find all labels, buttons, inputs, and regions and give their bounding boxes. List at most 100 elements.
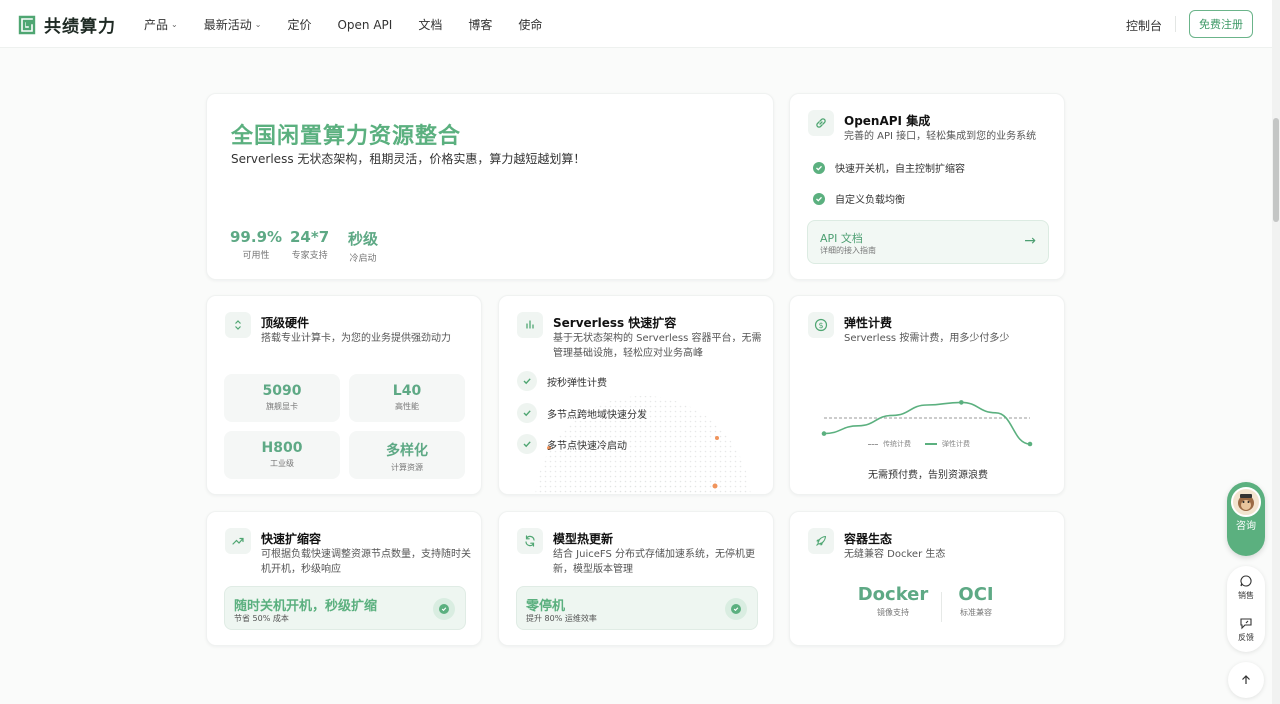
hardware-card: 顶级硬件 搭载专业计算卡，为您的业务提供强劲动力 5090 旗舰显卡 L40 高… bbox=[206, 295, 482, 495]
stat-value: 秒级 bbox=[348, 230, 379, 248]
elastic-data-point bbox=[821, 431, 827, 436]
hotupdate-title: 模型热更新 bbox=[553, 532, 614, 546]
hardware-tile: L40 高性能 bbox=[349, 374, 465, 422]
check-icon bbox=[517, 403, 537, 423]
nav-pricing-label: 定价 bbox=[287, 18, 312, 32]
sort-arrows-icon bbox=[225, 312, 251, 338]
hardware-title: 顶级硬件 bbox=[261, 316, 310, 330]
api-docs-title: API 文档 bbox=[820, 232, 863, 245]
openapi-feature: 自定义负载均衡 bbox=[813, 191, 905, 206]
hardware-value: L40 bbox=[392, 383, 422, 399]
consult-label: 咨询 bbox=[1236, 521, 1256, 532]
legend-label: 传统计费 bbox=[883, 440, 911, 448]
check-icon bbox=[517, 434, 537, 454]
serverless-card: Serverless 快速扩容 基于无状态架构的 Serverless 容器平台… bbox=[498, 295, 774, 495]
feedback-label: 反馈 bbox=[1238, 633, 1254, 642]
svg-text:$: $ bbox=[818, 321, 823, 330]
legend-label: 弹性计费 bbox=[942, 440, 970, 448]
hardware-label: 计算资源 bbox=[391, 463, 423, 472]
nav-products[interactable]: 产品 ⌄ bbox=[144, 16, 178, 33]
hardware-label: 高性能 bbox=[395, 402, 419, 411]
scaling-title: 快速扩缩容 bbox=[261, 532, 322, 546]
hotupdate-highlight: 零停机 提升 80% 运维效率 bbox=[516, 586, 758, 630]
hero-title: 全国闲置算力资源整合 bbox=[231, 124, 462, 149]
ecosystem-divider bbox=[941, 592, 942, 622]
top-nav-bar: 共绩算力 产品 ⌄ 最新活动 ⌄ 定价 Open API 文档 博客 使命 控制… bbox=[0, 0, 1272, 48]
feedback-button[interactable]: 反馈 bbox=[1227, 616, 1265, 643]
back-to-top-button[interactable] bbox=[1228, 662, 1264, 698]
hardware-tile: 多样化 计算资源 bbox=[349, 431, 465, 479]
stat-availability: 99.9% 可用性 bbox=[230, 228, 282, 261]
feature-label: 按秒弹性计费 bbox=[547, 377, 607, 389]
scaling-highlight: 随时关机开机，秒级扩缩 节省 50% 成本 bbox=[224, 586, 466, 630]
billing-card: $ 弹性计费 Serverless 按需计费，用多少付多少 传统计费 弹性计费 … bbox=[789, 295, 1065, 495]
side-toolbar: 销售 反馈 bbox=[1227, 566, 1265, 652]
hardware-desc: 搭载专业计算卡，为您的业务提供强劲动力 bbox=[261, 333, 451, 344]
ecosystem-desc: 无缝兼容 Docker 生态 bbox=[844, 549, 946, 560]
signup-button[interactable]: 免费注册 bbox=[1189, 10, 1253, 38]
hardware-value: H800 bbox=[261, 440, 303, 456]
billing-desc: Serverless 按需计费，用多少付多少 bbox=[844, 333, 1010, 344]
scrollbar-track[interactable] bbox=[1272, 0, 1280, 704]
serverless-feature: 多节点快速冷启动 bbox=[517, 434, 627, 454]
chat-bubble-icon bbox=[1240, 575, 1252, 587]
check-icon bbox=[813, 161, 825, 174]
arrow-right-icon: → bbox=[1024, 233, 1036, 249]
ecosystem-docker-value: Docker bbox=[857, 584, 929, 605]
nav-activities[interactable]: 最新活动 ⌄ bbox=[204, 16, 262, 33]
stat-value: 24*7 bbox=[290, 228, 330, 246]
series-line-elastic bbox=[823, 401, 1031, 445]
ecosystem-oci-value: OCI bbox=[958, 584, 994, 605]
scrollbar-thumb[interactable] bbox=[1273, 118, 1279, 222]
hardware-value: 多样化 bbox=[386, 443, 428, 459]
hardware-label: 工业级 bbox=[270, 459, 294, 468]
api-docs-button[interactable]: API 文档 详细的接入指南 → bbox=[807, 220, 1049, 264]
stat-label: 可用性 bbox=[242, 251, 270, 261]
nav-pricing[interactable]: 定价 bbox=[287, 16, 311, 33]
feature-label: 多节点跨地域快速分发 bbox=[547, 409, 647, 421]
legend-traditional: 传统计费 bbox=[868, 439, 911, 449]
stat-label: 专家支持 bbox=[291, 251, 328, 261]
chevron-down-icon: ⌄ bbox=[254, 20, 262, 29]
nav-blog[interactable]: 博客 bbox=[468, 16, 492, 33]
nav-mission[interactable]: 使命 bbox=[518, 16, 542, 33]
arrow-up-icon bbox=[1242, 675, 1250, 684]
brand-name: 共绩算力 bbox=[44, 17, 116, 37]
billing-title: 弹性计费 bbox=[844, 316, 893, 330]
openapi-title: OpenAPI 集成 bbox=[844, 114, 931, 128]
stat-support: 24*7 专家支持 bbox=[290, 228, 329, 261]
feature-label: 自定义负载均衡 bbox=[835, 195, 905, 206]
link-icon bbox=[808, 110, 834, 136]
hotupdate-card: 模型热更新 结合 JuiceFS 分布式存储加速系统，无停机更新，模型版本管理 … bbox=[498, 511, 774, 646]
legend-line-swatch bbox=[925, 443, 937, 445]
serverless-feature: 按秒弹性计费 bbox=[517, 371, 607, 391]
serverless-desc: 基于无状态架构的 Serverless 容器平台，无需管理基础设施，轻松应对业务… bbox=[553, 333, 762, 359]
scaling-desc: 可根据负载快速调整资源节点数量，支持随时关机开机，秒级响应 bbox=[261, 549, 471, 575]
rocket-icon bbox=[808, 528, 834, 554]
sales-button[interactable]: 销售 bbox=[1227, 574, 1265, 601]
trending-up-icon bbox=[225, 528, 251, 554]
nav-openapi[interactable]: Open API bbox=[337, 16, 392, 33]
elastic-data-point bbox=[1027, 441, 1033, 447]
ecosystem-docker-label: 镜像支持 bbox=[877, 608, 909, 617]
nav-docs[interactable]: 文档 bbox=[418, 16, 442, 33]
nav-activities-label: 最新活动 bbox=[203, 18, 252, 32]
billing-caption: 无需预付费，告别资源浪费 bbox=[868, 470, 988, 481]
check-icon bbox=[517, 371, 537, 391]
nav-docs-label: 文档 bbox=[418, 18, 443, 32]
brand-logo-icon bbox=[18, 15, 36, 34]
feedback-icon bbox=[1240, 618, 1252, 630]
serverless-title: Serverless 快速扩容 bbox=[553, 316, 677, 330]
console-link[interactable]: 控制台 bbox=[1126, 17, 1162, 34]
hotupdate-desc: 结合 JuiceFS 分布式存储加速系统，无停机更新，模型版本管理 bbox=[553, 549, 755, 575]
feature-label: 快速开关机，自主控制扩缩容 bbox=[835, 164, 965, 175]
check-dot-icon bbox=[439, 604, 449, 614]
dollar-icon: $ bbox=[808, 312, 834, 338]
elastic-data-point bbox=[959, 400, 964, 405]
brand-logo[interactable]: 共绩算力 bbox=[16, 12, 116, 37]
consult-button[interactable]: 咨询 bbox=[1227, 482, 1265, 556]
nav-openapi-label: Open API bbox=[337, 17, 393, 32]
openapi-card: OpenAPI 集成 完善的 API 接口，轻松集成到您的业务系统 快速开关机，… bbox=[789, 93, 1065, 280]
stat-value: 99.9% bbox=[230, 228, 283, 246]
hardware-label: 旗舰显卡 bbox=[266, 402, 298, 411]
